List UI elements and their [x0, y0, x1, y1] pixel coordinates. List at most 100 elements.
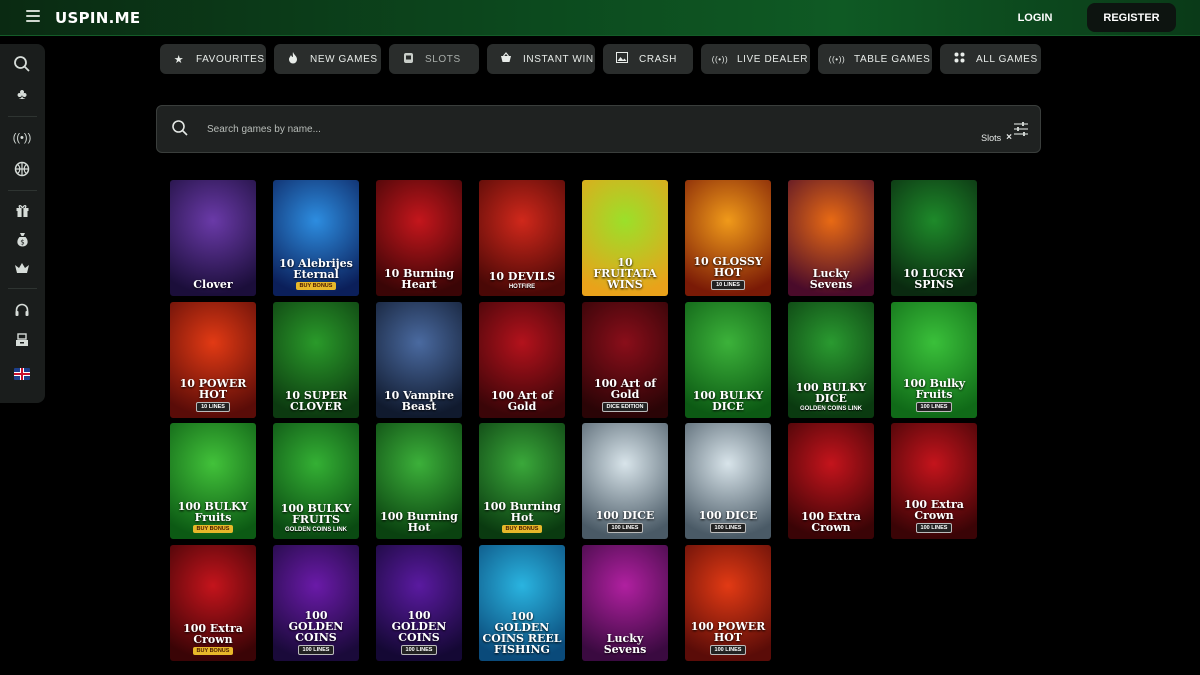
cashier-icon[interactable] — [10, 328, 34, 352]
crown-icon[interactable] — [10, 256, 34, 280]
game-tile[interactable]: 10 Alebrijes Eternal BUY BONUS — [273, 180, 359, 296]
game-tile[interactable]: 100 GOLDEN COINS 100 LINES — [273, 544, 359, 661]
game-subtitle: HOTFIRE — [508, 284, 536, 290]
tab-live-dealer[interactable]: ((•)) LIVE DEALER — [701, 44, 810, 74]
game-title: 100 POWER HOT — [690, 619, 766, 644]
game-badge: 100 LINES — [915, 401, 953, 412]
game-title: 100 Art of Gold — [593, 376, 657, 401]
game-tile[interactable]: Lucky Sevens — [582, 544, 668, 661]
game-tile[interactable]: 100 Bulky Fruits 100 LINES — [891, 301, 977, 418]
game-tile[interactable]: 100 Extra Crown 100 LINES — [891, 423, 977, 539]
game-title: 10 FRUITATA WINS — [593, 256, 657, 291]
close-icon[interactable]: × — [1006, 132, 1012, 143]
game-tile[interactable]: 10 POWER HOT 10 LINES — [170, 301, 256, 418]
game-badge: BUY BONUS — [501, 525, 543, 533]
tab-favourites[interactable]: ★ FAVOURITES — [160, 44, 266, 74]
game-tile[interactable]: Clover — [170, 180, 256, 296]
menu-icon[interactable] — [26, 10, 40, 24]
game-title: Lucky Sevens — [603, 631, 647, 656]
game-subtitle: GOLDEN COINS LINK — [284, 527, 347, 533]
game-title: 10 DEVILS — [488, 270, 556, 283]
grid-icon — [950, 52, 968, 66]
star-icon: ★ — [173, 53, 185, 66]
game-tile[interactable]: 100 GOLDEN COINS REEL FISHING — [479, 544, 565, 661]
game-badge: BUY BONUS — [192, 525, 234, 533]
search-icon — [171, 119, 189, 137]
game-badge: 100 LINES — [709, 523, 747, 533]
game-badge: 10 LINES — [196, 401, 230, 412]
tab-label: INSTANT WIN — [523, 53, 594, 65]
game-title: Clover — [193, 278, 233, 291]
tab-label: SLOTS — [425, 53, 461, 65]
game-tile[interactable]: 100 Extra Crown — [788, 423, 874, 539]
tab-table-games[interactable]: ((•)) TABLE GAMES — [818, 44, 932, 74]
game-title: 100 GOLDEN COINS REEL FISHING — [482, 609, 562, 656]
sidebar-divider — [8, 190, 37, 191]
game-tile[interactable]: 100 BULKY DICE GOLDEN COINS LINK — [788, 301, 874, 418]
game-subtitle: GOLDEN COINS LINK — [799, 405, 862, 412]
game-title: 100 DICE — [595, 509, 655, 522]
money-bag-icon[interactable]: $ — [10, 228, 34, 252]
game-tile[interactable]: 100 BULKY DICE — [685, 301, 771, 418]
filter-icon[interactable] — [1014, 122, 1028, 136]
game-tile[interactable]: 100 Art of Gold DICE EDITION — [582, 301, 668, 418]
game-title: 10 Alebrijes Eternal — [279, 257, 353, 281]
sidebar-divider — [8, 116, 37, 117]
game-tile[interactable]: 10 FRUITATA WINS — [582, 180, 668, 296]
game-tile[interactable]: Lucky Sevens — [788, 180, 874, 296]
basketball-icon[interactable] — [10, 157, 34, 181]
svg-text:$: $ — [20, 239, 24, 247]
game-tile[interactable]: 100 Burning Hot — [376, 423, 462, 539]
game-tile[interactable]: 100 POWER HOT 100 LINES — [685, 544, 771, 661]
game-tile[interactable]: 100 BULKY FRUITS GOLDEN COINS LINK — [273, 423, 359, 539]
game-badge: 100 LINES — [606, 523, 644, 533]
game-title: 100 BULKY Fruits — [177, 500, 249, 524]
category-tabs: ★ FAVOURITES NEW GAMES SLOTS INSTANT WIN … — [0, 44, 1200, 74]
game-tile[interactable]: 10 SUPER CLOVER — [273, 301, 359, 418]
game-tile[interactable]: 100 Burning Hot BUY BONUS — [479, 423, 565, 539]
game-title: 100 BULKY FRUITS — [280, 502, 352, 526]
game-tile[interactable]: 10 Burning Heart — [376, 180, 462, 296]
sidebar: ♣ ((•)) $ — [0, 44, 45, 403]
gift-icon[interactable] — [10, 198, 34, 222]
game-title: 10 SUPER CLOVER — [284, 388, 348, 413]
game-title: Lucky Sevens — [809, 267, 853, 291]
tab-instant-win[interactable]: INSTANT WIN — [487, 44, 595, 74]
game-tile[interactable]: 100 BULKY Fruits BUY BONUS — [170, 423, 256, 539]
tab-slots[interactable]: SLOTS — [389, 44, 479, 74]
game-tile[interactable]: 10 GLOSSY HOT 10 LINES — [685, 180, 771, 296]
game-title: 100 BULKY DICE — [692, 388, 764, 413]
game-tile[interactable]: 100 GOLDEN COINS 100 LINES — [376, 544, 462, 661]
filter-chip-slots[interactable]: Slots × — [981, 132, 1012, 143]
game-badge: 100 LINES — [915, 523, 953, 533]
live-icon[interactable]: ((•)) — [10, 126, 34, 150]
game-tile[interactable]: 100 Extra Crown BUY BONUS — [170, 544, 256, 661]
tab-all-games[interactable]: ALL GAMES — [940, 44, 1041, 74]
headset-icon[interactable] — [10, 298, 34, 322]
game-title: 100 Burning Hot — [483, 500, 561, 524]
game-badge: 10 LINES — [711, 280, 745, 290]
search-input[interactable] — [207, 120, 807, 138]
tab-label: NEW GAMES — [310, 53, 378, 65]
login-button[interactable]: LOGIN — [1005, 0, 1065, 36]
game-badge: BUY BONUS — [192, 646, 234, 655]
register-button[interactable]: REGISTER — [1087, 3, 1176, 32]
club-icon[interactable]: ♣ — [10, 82, 34, 106]
game-tile[interactable]: 10 DEVILS HOTFIRE — [479, 180, 565, 296]
game-title: 100 Art of Gold — [490, 388, 554, 413]
game-badge: DICE EDITION — [601, 401, 649, 412]
game-tile[interactable]: 100 DICE 100 LINES — [685, 423, 771, 539]
uk-flag-icon[interactable] — [10, 362, 34, 386]
tab-new-games[interactable]: NEW GAMES — [274, 44, 381, 74]
game-title: 10 LUCKY SPINS — [903, 267, 965, 291]
game-badge: BUY BONUS — [295, 282, 337, 290]
site-logo[interactable]: USPIN.ME — [55, 9, 140, 27]
game-title: 100 Extra Crown — [801, 510, 861, 534]
game-title: 100 Extra Crown — [904, 498, 964, 522]
game-tile[interactable]: 100 DICE 100 LINES — [582, 423, 668, 539]
tab-crash[interactable]: CRASH — [603, 44, 693, 74]
sidebar-divider — [8, 288, 37, 289]
game-tile[interactable]: 10 LUCKY SPINS — [891, 180, 977, 296]
game-tile[interactable]: 10 Vampire Beast — [376, 301, 462, 418]
game-tile[interactable]: 100 Art of Gold — [479, 301, 565, 418]
